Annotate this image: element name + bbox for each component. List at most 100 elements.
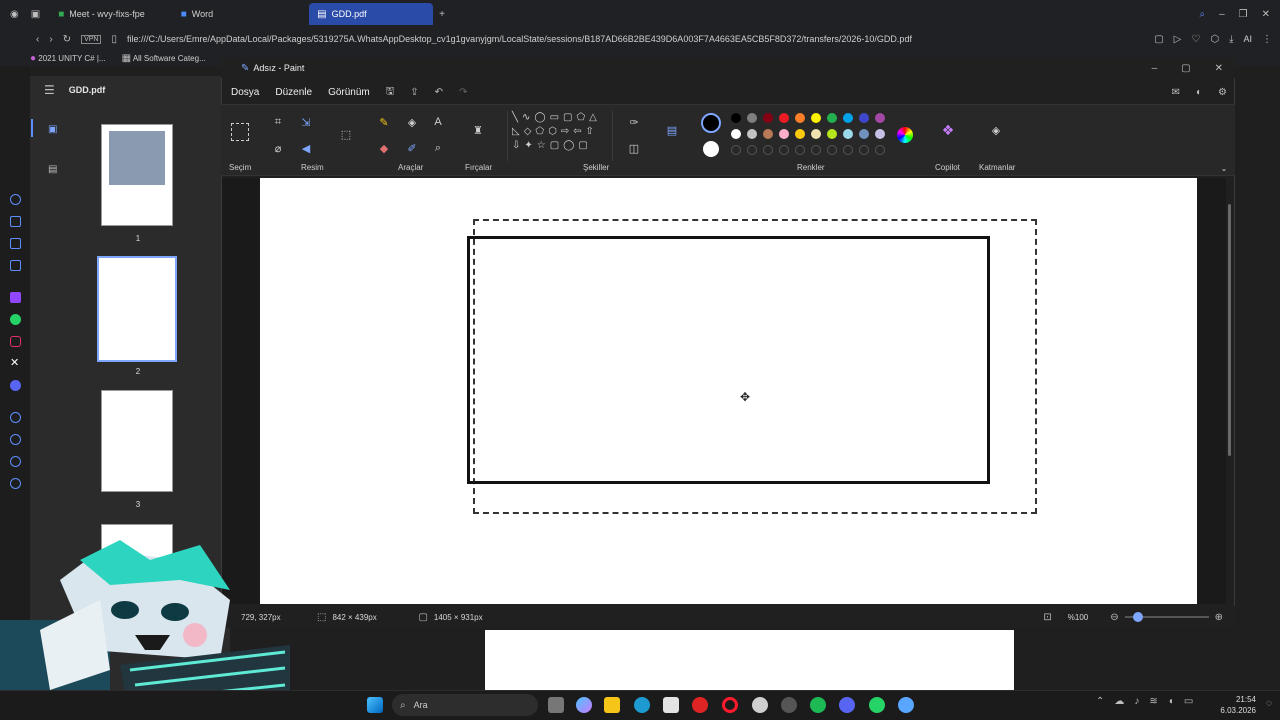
menu-view[interactable]: Görünüm	[328, 87, 370, 98]
edge-icon[interactable]	[634, 697, 650, 713]
custom-color-slot[interactable]	[747, 145, 757, 155]
sidebar-icon[interactable]	[10, 412, 21, 423]
custom-color-slot[interactable]	[763, 145, 773, 155]
color-swatch[interactable]	[779, 129, 789, 139]
text-icon[interactable]: A	[431, 115, 445, 129]
new-tab-icon[interactable]: +	[439, 9, 445, 20]
vertical-scrollbar[interactable]	[1226, 190, 1232, 600]
opera-icon[interactable]	[722, 697, 738, 713]
x-icon[interactable]: ✕	[10, 358, 21, 369]
color-swatch[interactable]	[763, 129, 773, 139]
share-icon[interactable]: ⇪	[410, 87, 418, 98]
custom-color-slot[interactable]	[731, 145, 741, 155]
fill-style-icon[interactable]: ◫	[627, 141, 641, 155]
app-icon[interactable]	[692, 697, 708, 713]
color-swatch[interactable]	[779, 113, 789, 123]
volume-icon[interactable]: ◖	[1168, 696, 1174, 707]
chevron-down-icon[interactable]: ⌄	[1217, 161, 1231, 175]
forward-icon[interactable]: ›	[49, 34, 52, 45]
discord-icon[interactable]	[10, 380, 21, 391]
pdf-page-thumbnail[interactable]	[101, 390, 173, 492]
outline-icon[interactable]: ▤	[48, 164, 57, 175]
bookmark-item[interactable]: ● 2021 UNITY C# |...	[30, 53, 106, 64]
color-swatch[interactable]	[827, 113, 837, 123]
shapes-gallery[interactable]: ╲∿◯▭▢⬠△ ◺◇⬠⬡⇨⇦⇧ ⇩✦☆▢◯▢	[507, 111, 613, 161]
color-swatch[interactable]	[827, 129, 837, 139]
search-icon[interactable]: ⌕	[1199, 9, 1205, 20]
edit-colors-button[interactable]	[897, 127, 913, 143]
zoom-level[interactable]: %100	[1068, 613, 1088, 622]
eraser-icon[interactable]: ◆	[377, 141, 391, 155]
brush-icon[interactable]: ♜	[471, 123, 485, 137]
color-swatch[interactable]	[875, 129, 885, 139]
account-icon[interactable]: ◐	[1196, 87, 1202, 98]
feedback-icon[interactable]: ✉	[1172, 87, 1180, 98]
fit-to-window-icon[interactable]: ⊡	[1043, 612, 1051, 623]
tab-gdd-pdf[interactable]: ▤ GDD.pdf	[309, 3, 434, 25]
primary-color[interactable]	[701, 113, 721, 133]
color-swatch[interactable]	[843, 113, 853, 123]
image-select-icon[interactable]: ⬚	[339, 127, 353, 141]
instagram-icon[interactable]	[10, 336, 21, 347]
zoom-slider[interactable]	[1124, 612, 1209, 622]
settings-gear-icon[interactable]	[752, 697, 768, 713]
layers-icon[interactable]: ◈	[989, 123, 1003, 137]
menu-file[interactable]: Dosya	[231, 87, 259, 98]
minimize-icon[interactable]: –	[1152, 63, 1158, 74]
menu-icon[interactable]: ⋮	[1262, 34, 1272, 45]
select-icon[interactable]	[231, 123, 249, 141]
hamburger-menu-icon[interactable]: ☰	[44, 83, 55, 97]
ai-button[interactable]: AI	[1243, 34, 1252, 44]
zoom-in-icon[interactable]: ⊕	[1215, 612, 1223, 623]
color-swatch[interactable]	[731, 113, 741, 123]
heart-icon[interactable]: ♡	[1191, 34, 1200, 45]
steam-icon[interactable]	[781, 697, 797, 713]
sidebar-icon[interactable]	[10, 194, 21, 205]
url-field[interactable]: file:///C:/Users/Emre/AppData/Local/Pack…	[127, 34, 947, 44]
workspaces-icon[interactable]: ▣	[31, 9, 40, 20]
copilot-taskbar-icon[interactable]	[576, 697, 592, 713]
start-icon[interactable]	[367, 697, 383, 713]
whatsapp-icon[interactable]	[10, 314, 21, 325]
minimize-icon[interactable]: –	[1219, 9, 1225, 20]
color-swatch[interactable]	[875, 113, 885, 123]
notification-icon[interactable]: ◌	[1266, 698, 1272, 709]
thumbnails-icon[interactable]: ▣	[48, 124, 57, 135]
store-icon[interactable]	[663, 697, 679, 713]
zoom-out-icon[interactable]: ⊖	[1110, 612, 1118, 623]
back-icon[interactable]: ‹	[36, 34, 39, 45]
custom-color-slot[interactable]	[843, 145, 853, 155]
sidebar-icon[interactable]	[10, 456, 21, 467]
color-swatch[interactable]	[859, 129, 869, 139]
color-swatch[interactable]	[763, 113, 773, 123]
pdf-page-thumbnail[interactable]	[101, 124, 173, 226]
microphone-icon[interactable]: ♪	[1134, 696, 1139, 707]
color-swatch[interactable]	[747, 129, 757, 139]
chevron-up-icon[interactable]: ⌃	[1096, 696, 1104, 707]
settings-icon[interactable]	[10, 478, 21, 489]
maximize-icon[interactable]: ▢	[1181, 63, 1190, 74]
file-explorer-icon[interactable]	[604, 697, 620, 713]
scrollbar-thumb[interactable]	[1227, 204, 1231, 456]
color-swatch[interactable]	[731, 129, 741, 139]
copilot-icon[interactable]: ❖	[941, 122, 955, 138]
magnifier-icon[interactable]: ⌕	[431, 141, 445, 155]
settings-icon[interactable]: ⚙	[1218, 87, 1227, 98]
color-picker-icon[interactable]: ✐	[405, 141, 419, 155]
pencil-icon[interactable]: ✎	[377, 115, 391, 129]
vpn-icon[interactable]: VPN	[81, 34, 102, 44]
rotate-icon[interactable]: ◀	[299, 141, 313, 155]
undo-icon[interactable]: ↶	[435, 87, 443, 98]
color-swatch[interactable]	[811, 113, 821, 123]
reload-icon[interactable]: ↻	[63, 34, 71, 45]
twitch-icon[interactable]	[10, 292, 21, 303]
remove-background-icon[interactable]: ⌀	[271, 141, 285, 155]
menu-edit[interactable]: Düzenle	[275, 87, 312, 98]
custom-color-slot[interactable]	[811, 145, 821, 155]
resize-icon[interactable]: ⇲	[299, 115, 313, 129]
color-swatch[interactable]	[811, 129, 821, 139]
discord-icon[interactable]	[839, 697, 855, 713]
save-icon[interactable]: 🖫	[386, 84, 395, 101]
shape-style-icon[interactable]: ▤	[665, 123, 679, 137]
history-icon[interactable]	[10, 434, 21, 445]
